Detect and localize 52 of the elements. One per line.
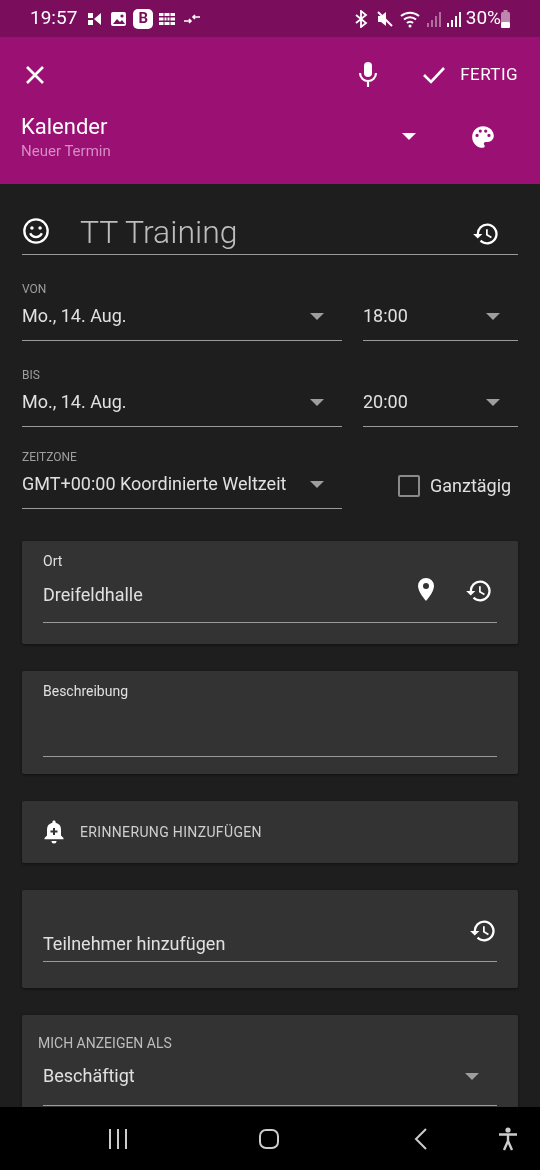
checkmark-icon	[422, 66, 447, 84]
dropdown-caret-icon	[310, 481, 324, 489]
signal-icon	[425, 10, 442, 27]
mute-icon	[375, 9, 394, 28]
attendees-field[interactable]: Teilnehmer hinzufügen	[43, 921, 497, 962]
notification-badge: B	[133, 8, 154, 29]
checkbox-label: Ganztägig	[430, 474, 512, 498]
date-dropdown[interactable]: Mo., 14. Aug.	[22, 389, 342, 427]
dropdown-caret-icon	[402, 133, 416, 141]
field-label: Beschreibung	[43, 682, 130, 701]
dropdown-caret-icon	[310, 313, 324, 321]
wifi-icon	[399, 9, 422, 28]
battery-percentage: 30%	[465, 5, 501, 32]
image-icon	[110, 10, 128, 27]
clock: 19:57	[30, 5, 78, 32]
bell-plus-icon	[42, 819, 66, 845]
bluetooth-icon	[353, 9, 368, 28]
field-label: Ort	[43, 552, 64, 571]
location-pin-icon[interactable]	[415, 577, 437, 603]
location-field[interactable]: Dreifeldhalle	[43, 577, 497, 623]
field-label: ZEITZONE	[22, 449, 78, 465]
emoji-icon[interactable]	[22, 217, 50, 245]
add-reminder-button[interactable]: ERINNERUNG HINZUFÜGEN	[22, 801, 518, 863]
all-day-checkbox[interactable]	[398, 474, 420, 497]
notification-icon	[87, 10, 104, 27]
back-icon[interactable]	[414, 1127, 428, 1150]
home-icon[interactable]	[258, 1127, 280, 1150]
dropdown-caret-icon	[310, 399, 324, 407]
microphone-icon[interactable]	[358, 61, 379, 89]
time-dropdown[interactable]: 20:00	[363, 389, 518, 427]
signal-icon	[445, 10, 462, 27]
timezone-dropdown[interactable]: GMT+00:00 Koordinierte Weltzeit	[22, 471, 342, 509]
done-button[interactable]: FERTIG	[422, 62, 518, 88]
field-label: VON	[22, 281, 48, 297]
field-label: MICH ANZEIGEN ALS	[38, 1034, 173, 1053]
recent-apps-icon[interactable]	[108, 1127, 128, 1150]
transfer-icon	[183, 12, 202, 25]
calendar-name: Kalender	[21, 113, 109, 141]
title-field[interactable]: TT Training	[22, 214, 518, 255]
palette-icon[interactable]	[470, 124, 496, 150]
field-label: BIS	[22, 367, 41, 383]
dropdown-caret-icon	[486, 313, 500, 321]
accessibility-icon[interactable]	[498, 1126, 518, 1151]
show-as-dropdown[interactable]: Beschäftigt	[43, 1063, 497, 1106]
subtitle: Neuer Termin	[21, 141, 112, 161]
grid-icon	[159, 11, 176, 26]
battery-icon	[501, 9, 510, 28]
dropdown-caret-icon	[465, 1073, 479, 1081]
close-icon[interactable]	[24, 64, 46, 86]
date-dropdown[interactable]: Mo., 14. Aug.	[22, 303, 342, 341]
time-dropdown[interactable]: 18:00	[363, 303, 518, 341]
dropdown-caret-icon	[486, 399, 500, 407]
